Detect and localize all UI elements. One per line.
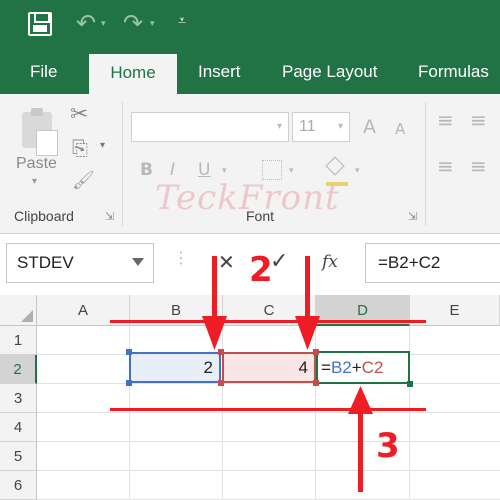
formula-operator: + <box>351 358 362 377</box>
row-header-4[interactable]: 4 <box>0 413 37 442</box>
undo-dropdown-icon[interactable]: ▾ <box>101 19 106 29</box>
increase-font-size-icon[interactable]: A <box>363 116 376 138</box>
redo-icon[interactable]: ↷ <box>123 9 143 37</box>
range-handle-c2[interactable] <box>218 380 224 386</box>
formula-ref-b2: B2 <box>330 358 352 377</box>
select-all-button[interactable] <box>0 295 37 326</box>
gridline <box>37 441 500 442</box>
tab-page-layout[interactable]: Page Layout <box>282 50 377 94</box>
gridline <box>37 383 500 384</box>
underline-icon[interactable]: U <box>198 160 210 180</box>
range-handle-c2[interactable] <box>313 349 319 355</box>
annotation-top-line <box>110 320 426 323</box>
font-size-dropdown-icon[interactable]: ▾ <box>338 121 343 132</box>
row-header-5[interactable]: 5 <box>0 442 37 471</box>
font-name-combobox[interactable]: ▾ <box>131 112 289 142</box>
gridline <box>37 470 500 471</box>
cell-c2[interactable]: 4 <box>222 352 316 383</box>
fill-color-dropdown-icon[interactable]: ▾ <box>355 166 360 176</box>
gridline <box>37 412 500 413</box>
undo-icon[interactable]: ↶ <box>76 9 96 37</box>
row-header-1[interactable]: 1 <box>0 326 37 355</box>
tab-insert[interactable]: Insert <box>198 50 241 94</box>
font-launcher-icon[interactable]: ⇲ <box>408 210 417 223</box>
clipboard-group-label: Clipboard <box>14 208 74 224</box>
formula-equals: = <box>321 358 331 377</box>
watermark-logo: TeckFront <box>155 178 340 218</box>
paste-button[interactable]: Paste <box>16 155 57 173</box>
align-top-icon[interactable]: ≡ <box>437 108 454 132</box>
format-painter-icon[interactable]: 🖌 <box>72 170 95 191</box>
range-handle-c2[interactable] <box>218 349 224 355</box>
align-left-icon[interactable]: ≡ <box>437 154 454 178</box>
group-divider <box>425 102 426 226</box>
row-header-2[interactable]: 2 <box>0 355 37 384</box>
paste-dropdown-icon[interactable]: ▾ <box>32 176 37 187</box>
cell-b2[interactable]: 2 <box>129 352 221 383</box>
copy-dropdown-icon[interactable]: ▾ <box>100 140 105 151</box>
redo-dropdown-icon[interactable]: ▾ <box>150 19 155 29</box>
underline-dropdown-icon[interactable]: ▾ <box>222 166 227 176</box>
annotation-label-3: 3 <box>376 426 400 466</box>
clipboard-launcher-icon[interactable]: ⇲ <box>105 210 114 223</box>
formula-ref-c2: C2 <box>361 358 384 377</box>
customize-toolbar-icon[interactable]: ⩡ <box>178 13 186 29</box>
cell-d2[interactable]: =B2+C2 <box>316 351 410 384</box>
enter-icon[interactable]: ✓ <box>270 249 288 274</box>
insert-function-icon[interactable]: fx <box>322 252 338 272</box>
save-icon[interactable] <box>28 12 52 36</box>
formula-input[interactable]: =B2+C2 <box>365 243 500 283</box>
tab-formulas[interactable]: Formulas <box>418 50 489 94</box>
name-box-dropdown-icon[interactable] <box>132 258 144 266</box>
cut-icon[interactable]: ✂ <box>70 102 88 127</box>
italic-icon[interactable]: I <box>170 160 175 180</box>
borders-icon[interactable] <box>262 160 282 180</box>
fill-handle[interactable] <box>407 381 413 387</box>
cancel-icon[interactable]: ✕ <box>218 250 235 274</box>
tab-file[interactable]: File <box>30 50 57 94</box>
annotation-label-2: 2 <box>249 250 273 290</box>
range-handle-c2[interactable] <box>313 380 319 386</box>
range-handle-b2[interactable] <box>126 349 132 355</box>
tab-home[interactable]: Home <box>89 54 177 94</box>
range-handle-b2[interactable] <box>126 380 132 386</box>
align-center-icon[interactable]: ≡ <box>470 154 487 178</box>
align-middle-icon[interactable]: ≡ <box>470 108 487 132</box>
font-size-combobox[interactable]: 11 ▾ <box>292 112 350 142</box>
decrease-font-size-icon[interactable]: A <box>395 120 405 138</box>
bold-icon[interactable]: B <box>140 160 153 180</box>
font-size-value: 11 <box>299 118 316 135</box>
quick-access-toolbar: ↶ ▾ ↷ ▾ ⩡ <box>0 0 500 50</box>
row-header-6[interactable]: 6 <box>0 471 37 500</box>
ribbon-tabs: File Home Insert Page Layout Formulas <box>0 50 500 94</box>
row-header-3[interactable]: 3 <box>0 384 37 413</box>
formula-bar-grip-icon: ⋮ <box>173 248 189 267</box>
copy-icon[interactable]: ⎘ <box>72 136 88 160</box>
borders-dropdown-icon[interactable]: ▾ <box>289 166 294 176</box>
font-name-dropdown-icon[interactable]: ▾ <box>277 121 282 132</box>
annotation-bottom-line <box>110 408 426 411</box>
paste-paper-icon <box>36 130 58 156</box>
group-divider <box>122 102 123 226</box>
